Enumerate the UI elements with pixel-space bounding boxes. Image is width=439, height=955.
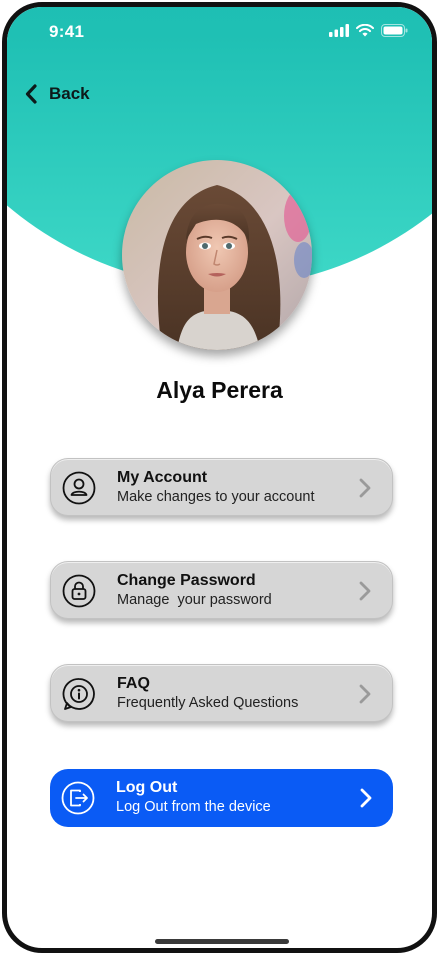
status-time: 9:41 xyxy=(49,22,85,41)
menu-item-faq[interactable]: FAQ Frequently Asked Questions xyxy=(50,664,393,722)
chevron-right-icon xyxy=(359,478,371,498)
chevron-right-icon xyxy=(359,581,371,601)
menu-item-title: My Account xyxy=(117,469,208,486)
back-label: Back xyxy=(49,84,90,103)
logout-subtitle: Log Out from the device xyxy=(116,799,271,815)
chevron-left-icon xyxy=(25,84,37,104)
menu-item-subtitle: Make changes to your account xyxy=(117,489,315,505)
profile-avatar[interactable] xyxy=(122,160,312,350)
battery-icon xyxy=(381,24,408,37)
logout-button[interactable]: Log Out Log Out from the device xyxy=(50,769,393,827)
phone-frame: 9:41 Back Alya Perera My Account Make ch… xyxy=(2,2,437,953)
lock-icon xyxy=(62,574,96,608)
wifi-icon xyxy=(356,24,374,37)
menu-item-my-account[interactable]: My Account Make changes to your account xyxy=(50,458,393,516)
menu-item-title: FAQ xyxy=(117,675,150,692)
user-icon xyxy=(62,471,96,505)
menu-item-change-password[interactable]: Change Password Manage your password xyxy=(50,561,393,619)
menu-item-title: Change Password xyxy=(117,572,256,589)
chevron-right-icon xyxy=(359,684,371,704)
logout-icon xyxy=(61,781,95,815)
info-icon xyxy=(62,677,96,711)
menu-item-subtitle: Manage your password xyxy=(117,592,272,608)
profile-photo xyxy=(122,160,312,350)
signal-icon xyxy=(329,24,349,37)
back-button[interactable]: Back xyxy=(25,79,90,109)
menu-item-subtitle: Frequently Asked Questions xyxy=(117,695,299,711)
user-name: Alya Perera xyxy=(156,377,283,403)
logout-title: Log Out xyxy=(116,779,178,796)
status-bar: 9:41 xyxy=(7,7,432,57)
chevron-right-icon xyxy=(360,788,372,808)
home-indicator[interactable] xyxy=(155,939,289,944)
status-icons xyxy=(329,24,408,37)
